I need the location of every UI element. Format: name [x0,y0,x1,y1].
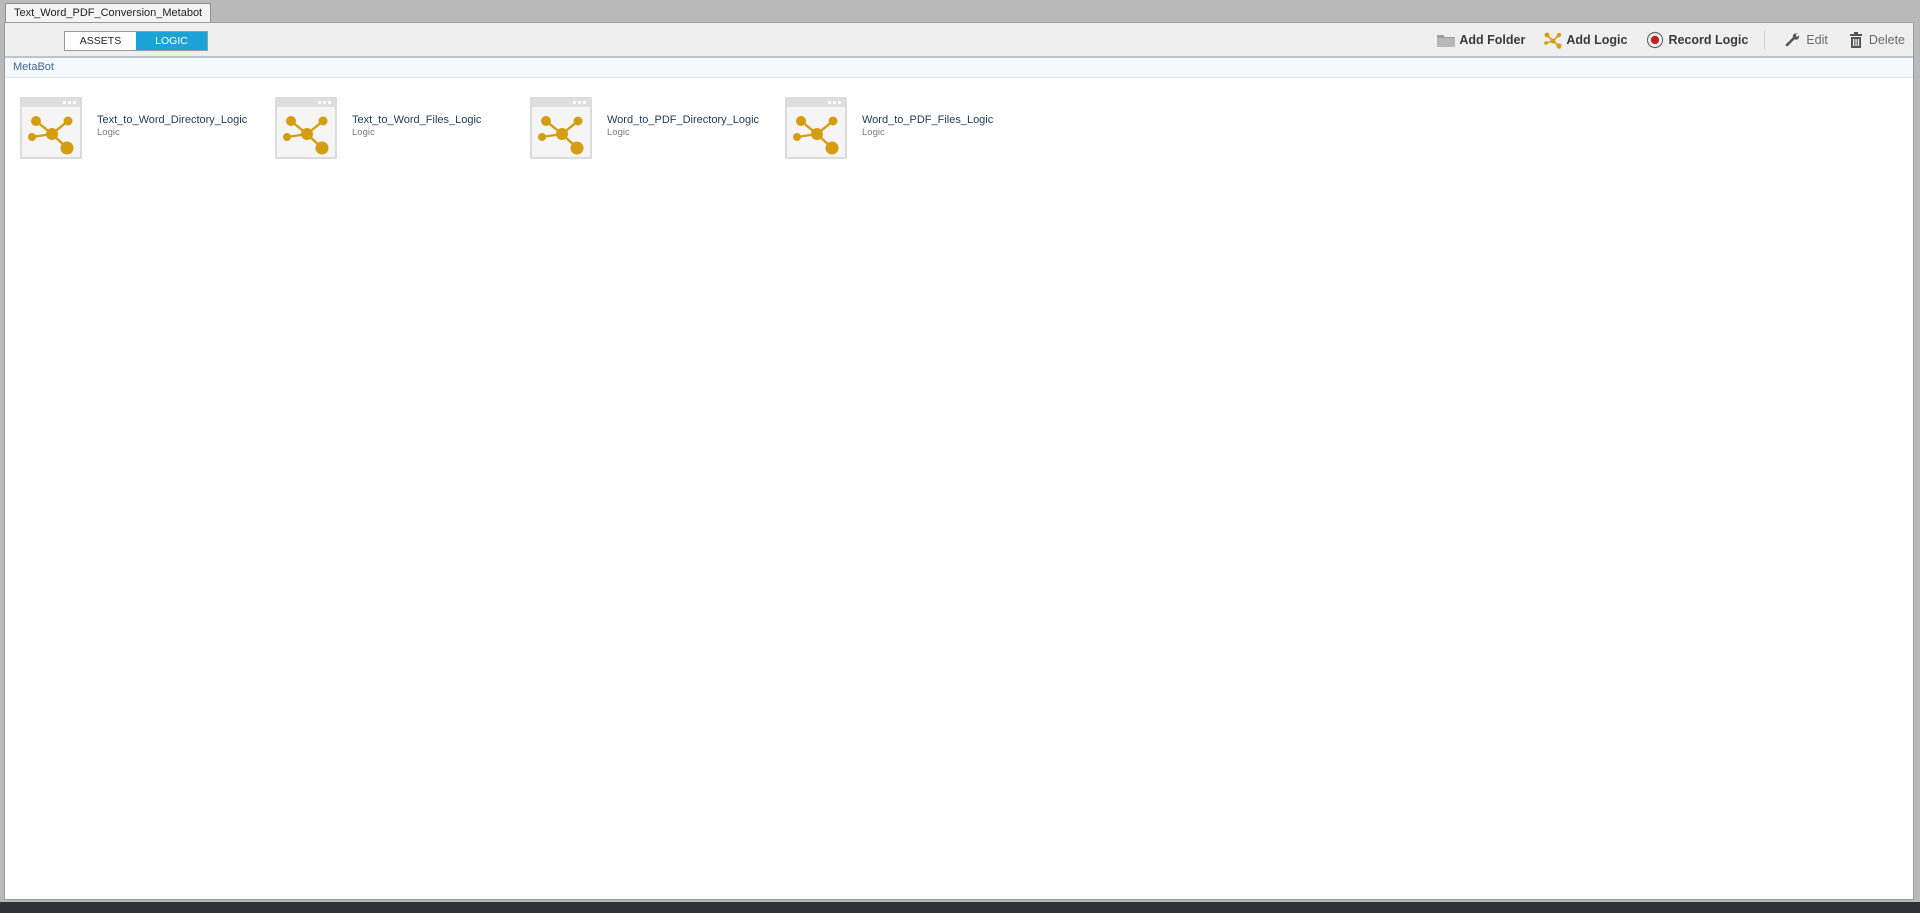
logic-item-type: Logic [352,127,375,138]
toolbar: ASSETS LOGIC Add Folder Add Logic Record… [5,23,1913,58]
view-toggle: ASSETS LOGIC [64,31,208,51]
trash-icon [1846,31,1866,49]
metabot-panel: ASSETS LOGIC Add Folder Add Logic Record… [4,22,1914,900]
record-logic-label: Record Logic [1668,32,1749,47]
logic-item-name: Text_to_Word_Files_Logic [352,114,482,126]
logic-toggle-button[interactable]: LOGIC [136,32,207,50]
add-folder-button[interactable]: Add Folder [1436,31,1525,49]
logic-item[interactable]: Text_to_Word_Files_Logic Logic [275,95,530,161]
add-logic-label: Add Logic [1566,32,1628,47]
logic-item-type: Logic [862,127,885,138]
document-tab[interactable]: Text_Word_PDF_Conversion_Metabot [5,3,212,23]
logic-thumbnail-icon [20,97,82,159]
logic-item-name: Text_to_Word_Directory_Logic [97,114,248,126]
assets-toggle-button[interactable]: ASSETS [65,32,136,50]
wrench-icon [1783,31,1803,49]
logic-icon [1543,31,1563,49]
logic-thumbnail-icon [275,97,337,159]
document-tab-strip: Text_Word_PDF_Conversion_Metabot [5,3,212,23]
folder-icon [1436,31,1456,49]
add-folder-label: Add Folder [1459,32,1526,47]
logic-item[interactable]: Text_to_Word_Directory_Logic Logic [20,95,275,161]
logic-item-name: Word_to_PDF_Files_Logic [862,114,994,126]
breadcrumb[interactable]: MetaBot [13,61,54,73]
toolbar-separator [1764,30,1766,49]
add-logic-button[interactable]: Add Logic [1543,31,1627,49]
app-window: Text_Word_PDF_Conversion_Metabot ASSETS … [0,0,1920,902]
breadcrumb-bar: MetaBot [5,58,1913,78]
logic-thumbnail-icon [530,97,592,159]
delete-button[interactable]: Delete [1846,31,1905,49]
logic-item-type: Logic [607,127,630,138]
edit-button[interactable]: Edit [1783,31,1828,49]
logic-thumbnail-icon [785,97,847,159]
record-logic-button[interactable]: Record Logic [1645,31,1748,49]
logic-items-grid: Text_to_Word_Directory_Logic Logic Text_… [20,95,1040,161]
record-icon [1645,31,1665,49]
logic-item[interactable]: Word_to_PDF_Files_Logic Logic [785,95,1040,161]
logic-item[interactable]: Word_to_PDF_Directory_Logic Logic [530,95,785,161]
logic-item-type: Logic [97,127,120,138]
edit-label: Edit [1806,32,1828,47]
delete-label: Delete [1868,32,1905,47]
toolbar-actions: Add Folder Add Logic Record Logic Edit D… [1418,23,1905,56]
logic-item-name: Word_to_PDF_Directory_Logic [607,114,760,126]
